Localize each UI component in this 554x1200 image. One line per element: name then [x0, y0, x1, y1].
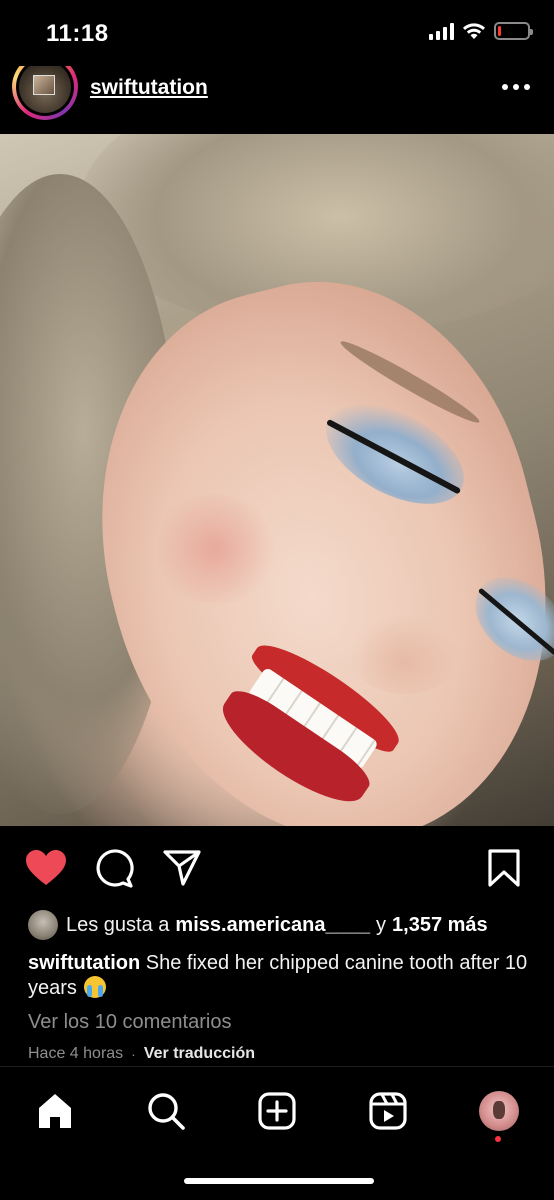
- nav-search[interactable]: [144, 1089, 188, 1133]
- comment-icon: [96, 849, 134, 888]
- home-indicator[interactable]: [184, 1178, 374, 1184]
- post-image[interactable]: [0, 134, 554, 826]
- post-caption: swiftutation She fixed her chipped canin…: [28, 951, 528, 1001]
- likes-summary[interactable]: Les gusta a miss.americana____ y 1,357 m…: [28, 910, 488, 940]
- reels-icon: [369, 1092, 407, 1130]
- heart-icon: [26, 850, 66, 885]
- view-comments-link[interactable]: Ver los 10 comentarios: [28, 1011, 231, 1034]
- post-actions: [0, 846, 554, 892]
- search-icon: [148, 1093, 185, 1130]
- battery-icon: [494, 22, 533, 40]
- nav-reels[interactable]: [366, 1089, 410, 1133]
- user-avatar[interactable]: [12, 66, 78, 120]
- bookmark-icon: [488, 849, 520, 887]
- more-options-icon[interactable]: [502, 84, 530, 90]
- translate-link[interactable]: Ver traducción: [144, 1045, 255, 1063]
- share-button[interactable]: [160, 846, 204, 890]
- liker-username[interactable]: miss.americana____: [175, 914, 370, 937]
- battery-level: [498, 26, 501, 36]
- post-time: Hace 4 horas: [28, 1045, 124, 1062]
- send-icon: [163, 850, 201, 886]
- status-icons: [429, 22, 533, 40]
- like-button[interactable]: [24, 846, 68, 890]
- post-header: swiftutation: [0, 66, 554, 128]
- nav-create[interactable]: [255, 1089, 299, 1133]
- notification-dot: [495, 1136, 501, 1142]
- crying-emoji-icon: [84, 976, 107, 998]
- add-post-icon: [258, 1092, 296, 1130]
- nav-profile[interactable]: [477, 1089, 521, 1133]
- profile-avatar: [479, 1091, 519, 1131]
- status-bar: 11:18: [0, 0, 554, 70]
- likes-count[interactable]: 1,357 más: [392, 914, 488, 937]
- meta-separator: ·: [131, 1046, 136, 1062]
- nav-home[interactable]: [33, 1089, 77, 1133]
- status-time: 11:18: [46, 20, 109, 47]
- post-meta: Hace 4 horas · Ver traducción: [28, 1045, 255, 1063]
- comment-button[interactable]: [92, 846, 136, 890]
- home-icon: [39, 1094, 71, 1128]
- likes-connector: y: [376, 913, 387, 936]
- save-button[interactable]: [482, 846, 526, 890]
- wifi-icon: [463, 23, 485, 39]
- caption-username[interactable]: swiftutation: [28, 952, 140, 974]
- signal-icon: [429, 22, 454, 40]
- post-username[interactable]: swiftutation: [90, 76, 208, 100]
- likes-prefix: Les gusta a: [66, 913, 170, 936]
- liker-avatar: [28, 910, 58, 940]
